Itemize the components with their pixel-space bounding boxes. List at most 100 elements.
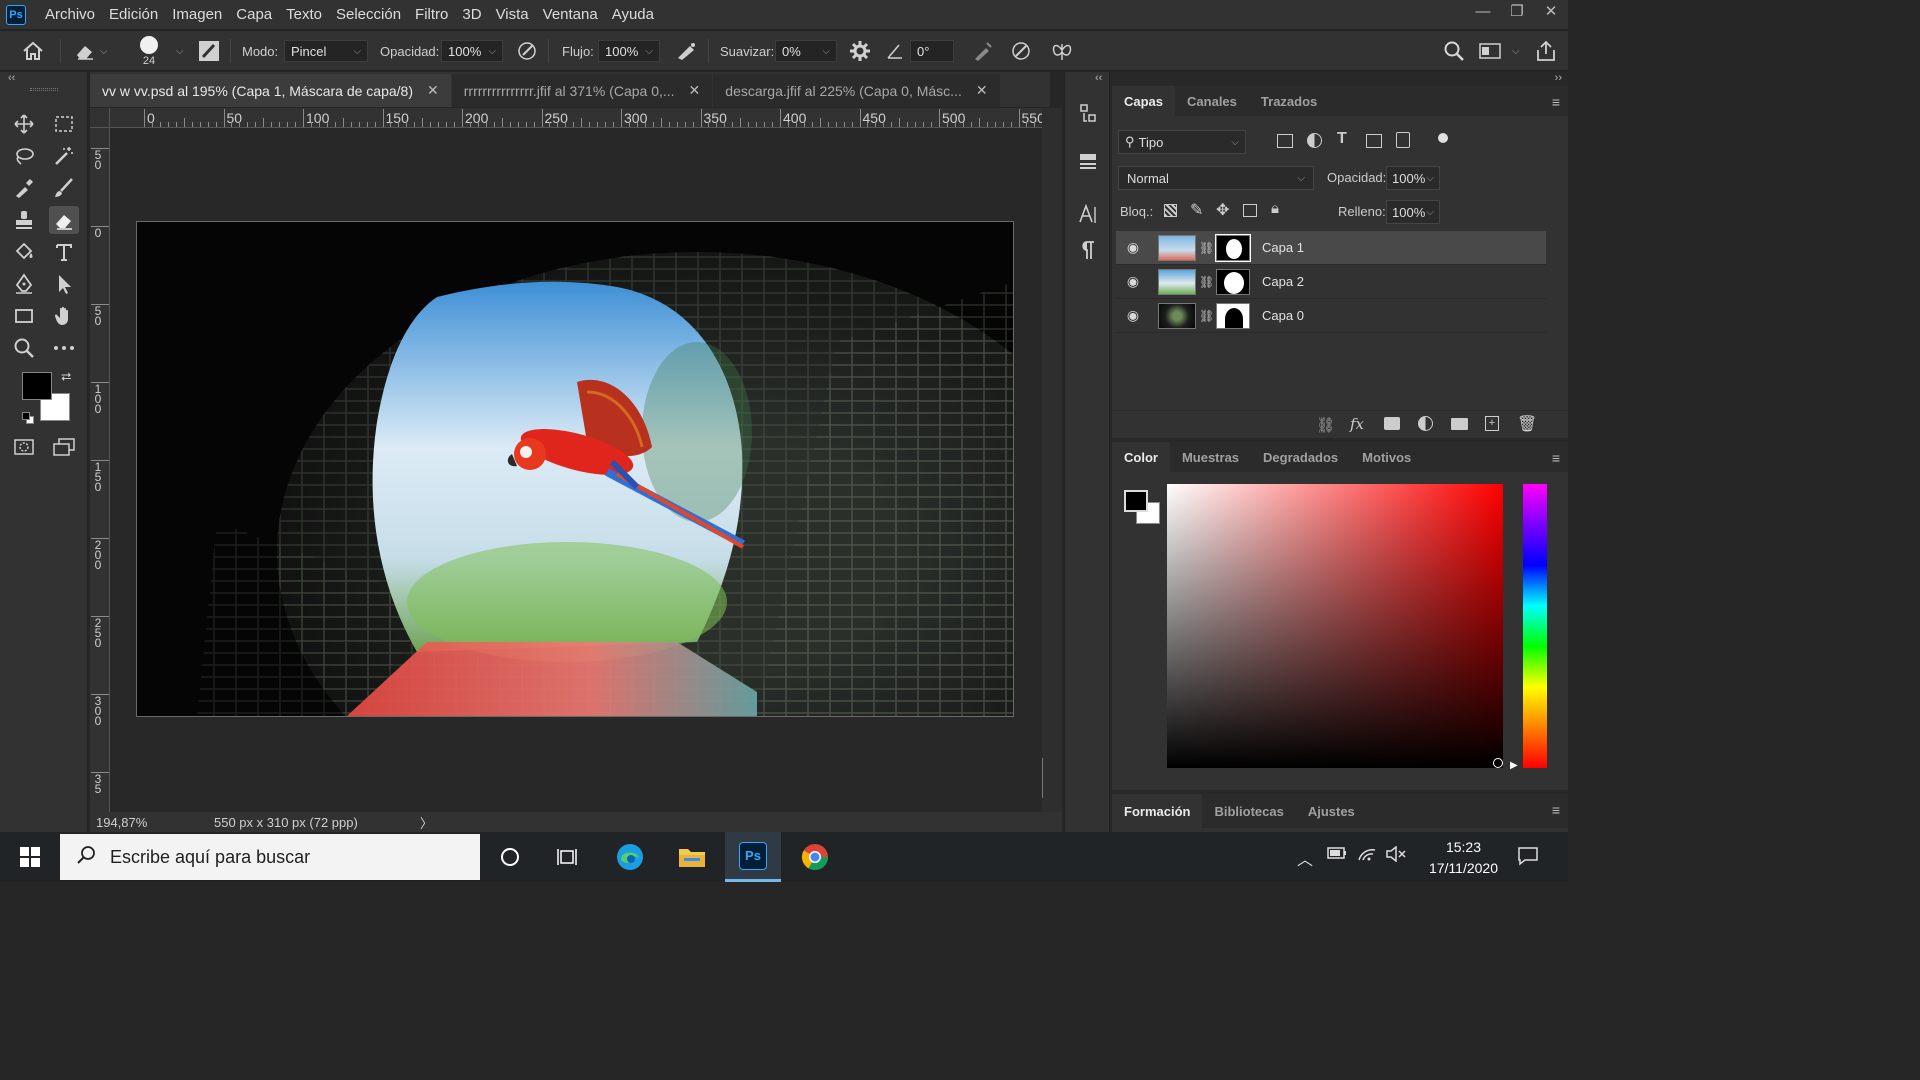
flow-field[interactable]: 100% ⌵ xyxy=(598,31,660,71)
brush-settings-panel-icon[interactable] xyxy=(198,31,220,71)
opacity-field[interactable]: 100% ⌵ xyxy=(441,31,503,71)
more-tools-icon[interactable] xyxy=(49,334,79,362)
restore-icon[interactable]: ❐ xyxy=(1500,0,1534,24)
add-mask-icon[interactable] xyxy=(1384,417,1400,430)
notifications-icon[interactable] xyxy=(1517,846,1539,871)
character-panel-icon[interactable] xyxy=(1074,200,1102,228)
lock-all-icon[interactable]: 🔒︎ xyxy=(1271,200,1279,217)
screen-mode-icon[interactable] xyxy=(49,433,79,461)
home-icon[interactable] xyxy=(22,31,44,71)
hue-slider-marker[interactable]: ▶ xyxy=(1510,760,1518,771)
menu-vista[interactable]: Vista xyxy=(489,0,536,29)
hue-slider[interactable] xyxy=(1523,484,1547,768)
foreground-color-swatch[interactable] xyxy=(22,372,52,400)
panel-menu-icon[interactable]: ≡ xyxy=(1552,450,1560,466)
brush-size-picker[interactable]: 24 xyxy=(140,31,158,71)
pressure-size-pen-icon[interactable] xyxy=(1010,31,1032,71)
layer-mask-thumbnail[interactable] xyxy=(1215,233,1251,262)
layer-filter-select[interactable]: ⚲ Tipo ⌵ xyxy=(1118,130,1246,154)
tab-ajustes[interactable]: Ajustes xyxy=(1296,794,1367,828)
new-adjustment-layer-icon[interactable] xyxy=(1418,416,1433,431)
volume-muted-icon[interactable] xyxy=(1385,845,1407,867)
new-layer-icon[interactable]: + xyxy=(1485,416,1499,431)
close-tab-icon[interactable]: ✕ xyxy=(976,82,988,99)
show-hidden-icons-icon[interactable]: ︿ xyxy=(1297,846,1313,870)
filter-smart-objects-icon[interactable] xyxy=(1396,132,1410,148)
lock-image-pixels-icon[interactable]: ✎ xyxy=(1190,200,1203,220)
menu-ventana[interactable]: Ventana xyxy=(536,0,605,29)
close-tab-icon[interactable]: ✕ xyxy=(689,82,701,99)
filter-shape-layers-icon[interactable] xyxy=(1366,134,1382,148)
symmetry-butterfly-icon[interactable] xyxy=(1050,31,1074,71)
color-field[interactable] xyxy=(1167,484,1503,768)
tab-formacion[interactable]: Formación xyxy=(1112,794,1203,828)
move-tool-icon[interactable] xyxy=(9,110,39,138)
filter-type-layers-icon[interactable]: T xyxy=(1337,130,1347,148)
lock-transparent-pixels-icon[interactable] xyxy=(1164,204,1177,217)
path-selection-tool-icon[interactable] xyxy=(49,270,79,298)
menu-archivo[interactable]: Archivo xyxy=(38,0,102,29)
tab-trazados[interactable]: Trazados xyxy=(1249,86,1329,116)
visibility-eye-icon[interactable]: ◉ xyxy=(1120,273,1146,290)
pressure-opacity-icon[interactable] xyxy=(516,31,538,71)
delete-layer-trash-icon[interactable]: 🗑︎ xyxy=(1517,414,1537,434)
new-group-folder-icon[interactable] xyxy=(1451,418,1468,430)
tab-degradados[interactable]: Degradados xyxy=(1251,442,1350,472)
document-tab[interactable]: rrrrrrrrrrrrrrr.jfif al 371% (Capa 0,...… xyxy=(451,74,713,107)
default-colors-icon[interactable] xyxy=(22,412,34,424)
layer-thumbnail[interactable] xyxy=(1158,234,1196,261)
tab-capas[interactable]: Capas xyxy=(1112,86,1176,116)
tab-color[interactable]: Color xyxy=(1112,442,1170,472)
swap-colors-icon[interactable]: ⮂ xyxy=(61,369,71,385)
layer-mask-thumbnail[interactable] xyxy=(1216,268,1250,295)
paragraph-panel-icon[interactable] xyxy=(1074,236,1102,264)
collapse-dock-icon[interactable]: ‹‹ xyxy=(1095,72,1102,84)
share-icon[interactable] xyxy=(1534,31,1558,71)
rectangle-tool-icon[interactable] xyxy=(9,302,39,330)
hand-tool-icon[interactable] xyxy=(49,302,79,330)
panel-menu-icon[interactable]: ≡ xyxy=(1552,94,1560,110)
angle-field[interactable]: 0° xyxy=(910,31,954,71)
status-expand-arrow[interactable]: 〉 xyxy=(420,813,433,832)
search-icon[interactable] xyxy=(1443,31,1465,71)
ruler-origin[interactable] xyxy=(90,108,110,128)
wifi-icon[interactable] xyxy=(1357,846,1377,867)
mask-link-icon[interactable]: ⛓︎ xyxy=(1199,275,1214,289)
pen-tool-icon[interactable] xyxy=(9,270,39,298)
tab-canales[interactable]: Canales xyxy=(1175,86,1249,116)
zoom-level[interactable]: 194,87% xyxy=(90,815,190,830)
mask-link-icon[interactable]: ⛓︎ xyxy=(1199,309,1214,323)
document-canvas[interactable] xyxy=(136,221,1014,717)
tab-motivos[interactable]: Motivos xyxy=(1350,442,1423,472)
layer-name[interactable]: Capa 2 xyxy=(1262,274,1304,289)
airbrush-icon[interactable] xyxy=(674,31,698,71)
tab-muestras[interactable]: Muestras xyxy=(1170,442,1251,472)
lock-artboard-icon[interactable] xyxy=(1243,204,1257,217)
layer-mask-thumbnail[interactable] xyxy=(1216,302,1250,329)
battery-icon[interactable] xyxy=(1327,846,1347,865)
eyedropper-tool-icon[interactable] xyxy=(9,174,39,202)
layer-name[interactable]: Capa 0 xyxy=(1262,308,1304,323)
marquee-tool-icon[interactable] xyxy=(49,110,79,138)
brush-dropdown-chevron-icon[interactable]: ⌵ xyxy=(172,31,184,71)
menu-edicion[interactable]: Edición xyxy=(102,0,165,29)
scrollbar-thumb[interactable] xyxy=(1042,758,1043,798)
menu-imagen[interactable]: Imagen xyxy=(165,0,229,29)
workspace-switcher-icon[interactable]: ⌵ xyxy=(1478,31,1520,71)
filter-pixel-layers-icon[interactable] xyxy=(1277,134,1293,148)
document-tab[interactable]: vv w vv.psd al 195% (Capa 1, Máscara de … xyxy=(90,74,451,107)
history-panel-icon[interactable] xyxy=(1074,100,1102,128)
horizontal-ruler[interactable]: 050100150200250300350400450500550 xyxy=(110,108,1042,128)
lock-position-icon[interactable]: ✥ xyxy=(1216,200,1229,220)
menu-seleccion[interactable]: Selección xyxy=(329,0,408,29)
close-tab-icon[interactable]: ✕ xyxy=(427,82,439,99)
visibility-eye-icon[interactable]: ◉ xyxy=(1120,307,1146,324)
file-explorer-icon[interactable] xyxy=(664,832,720,882)
layer-row-capa-0[interactable]: ◉ ⛓︎ Capa 0 xyxy=(1116,299,1546,333)
edge-browser-icon[interactable] xyxy=(602,832,658,882)
layer-row-capa-2[interactable]: ◉ ⛓︎ Capa 2 xyxy=(1116,265,1546,299)
windows-start-icon[interactable] xyxy=(2,832,58,882)
lasso-tool-icon[interactable] xyxy=(9,142,39,170)
tab-bibliotecas[interactable]: Bibliotecas xyxy=(1202,794,1295,828)
taskbar-clock[interactable]: 15:23 17/11/2020 xyxy=(1429,837,1498,879)
